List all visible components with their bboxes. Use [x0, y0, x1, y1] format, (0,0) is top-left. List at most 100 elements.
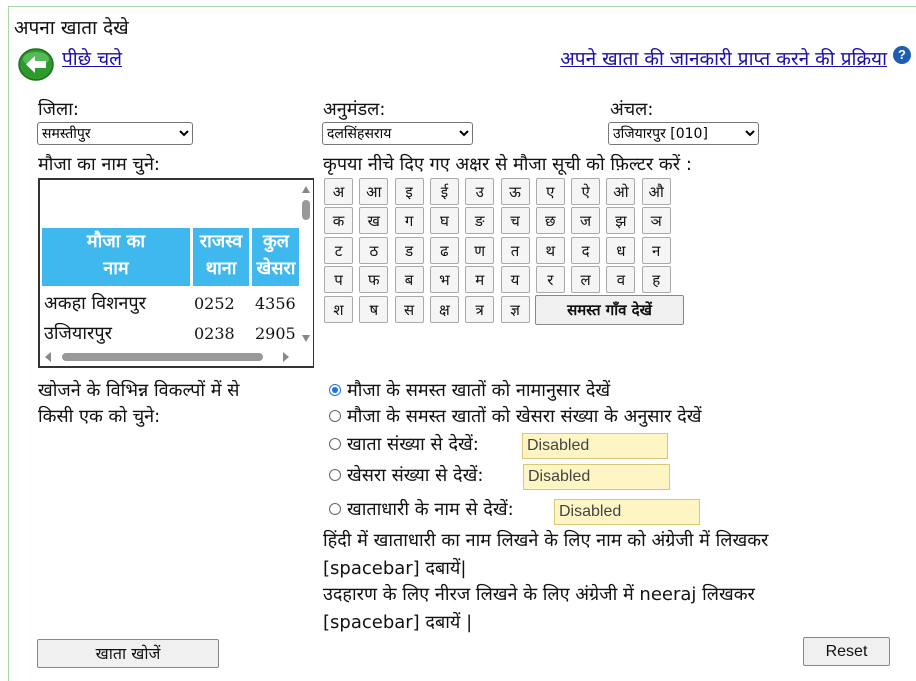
letter-key[interactable]: थ — [535, 237, 565, 264]
hint-line4: [spacebar] दबायें | — [323, 612, 473, 633]
help-icon[interactable]: ? — [893, 46, 911, 64]
back-arrow-icon[interactable] — [18, 48, 54, 81]
mouza-name-cell: अकहा विशनपुर — [44, 293, 147, 314]
search-khata-button[interactable]: खाता खोजें — [37, 639, 219, 668]
letter-key[interactable]: स — [394, 296, 424, 323]
option-khesra-number[interactable]: खेसरा संख्या से देखें: — [329, 463, 483, 487]
letter-key[interactable]: इ — [394, 178, 424, 205]
radio-khesra-number[interactable] — [329, 469, 341, 481]
thana-cell: 0238 — [194, 324, 235, 343]
khesra-cell: 2905 — [255, 324, 296, 343]
khesra-number-input[interactable] — [523, 464, 670, 490]
letter-key[interactable]: आ — [359, 178, 389, 205]
letter-key[interactable]: ख — [359, 207, 389, 234]
table-row[interactable]: उजियारपुर — [44, 321, 112, 345]
letter-key[interactable]: ए — [535, 178, 565, 205]
back-link[interactable]: पीछे चले — [62, 45, 122, 71]
letter-key[interactable]: न — [641, 237, 671, 264]
letter-key[interactable]: क्ष — [429, 296, 459, 323]
letter-key[interactable]: म — [465, 266, 495, 293]
letter-key[interactable]: ण — [465, 237, 495, 264]
letter-key[interactable]: द — [571, 237, 601, 264]
letter-key[interactable]: ह — [641, 266, 671, 293]
letter-key[interactable]: च — [500, 207, 530, 234]
search-options-label-line2: किसी एक को चुने: — [38, 406, 161, 427]
letter-key[interactable]: ङ — [465, 207, 495, 234]
option-khesra-number-label: खेसरा संख्या से देखें: — [347, 465, 484, 486]
circle-label: अंचल: — [610, 99, 654, 120]
page-title: अपना खाता देखे — [14, 17, 129, 39]
thana-cell: 0252 — [194, 294, 235, 313]
letter-key[interactable]: ड — [394, 237, 424, 264]
letter-key[interactable]: ओ — [606, 178, 636, 205]
letter-key[interactable]: औ — [641, 178, 671, 205]
letter-key[interactable]: ज्ञ — [500, 296, 530, 323]
letter-key[interactable]: त्र — [465, 296, 495, 323]
column-header-mouza: मौजा का नाम — [42, 228, 190, 286]
column-header-khesra: कुल खेसरा — [252, 228, 300, 286]
letter-key[interactable]: ग — [394, 207, 424, 234]
letter-key[interactable]: प — [324, 266, 353, 293]
letter-key[interactable]: ठ — [359, 237, 389, 264]
circle-select[interactable]: उजियारपुर [010] — [608, 122, 759, 145]
radio-by-name[interactable] — [329, 384, 341, 396]
option-by-khesra[interactable]: मौजा के समस्त खातों को खेसरा संख्या के अ… — [329, 404, 702, 428]
letter-key[interactable]: भ — [429, 266, 459, 293]
letter-key[interactable]: छ — [535, 207, 565, 234]
hint-line1: हिंदी में खाताधारी का नाम लिखने के लिए न… — [323, 530, 769, 551]
letter-key[interactable]: ब — [394, 266, 424, 293]
horizontal-scrollbar[interactable] — [40, 348, 313, 366]
subdivision-label: अनुमंडल: — [323, 99, 386, 120]
letter-key[interactable]: त — [500, 237, 530, 264]
khata-number-input[interactable] — [522, 433, 668, 459]
letter-key[interactable]: ज — [571, 207, 601, 234]
letter-key[interactable]: ऊ — [500, 178, 530, 205]
letter-key[interactable]: अ — [324, 178, 353, 205]
hint-line3: उदहारण के लिए नीरज लिखने के लिए अंग्रेजी… — [323, 584, 755, 605]
letter-key[interactable]: व — [606, 266, 636, 293]
letter-key[interactable]: ऐ — [571, 178, 601, 205]
letter-key[interactable]: झ — [606, 207, 636, 234]
process-info-link[interactable]: अपने खाता की जानकारी प्राप्त करने की प्र… — [560, 45, 887, 71]
radio-khata-number[interactable] — [329, 438, 341, 450]
subdivision-select[interactable]: दलसिंहसराय — [322, 122, 473, 145]
mouza-list[interactable]: मौजा का नाम राजस्व थाना कुल खेसरा अकहा व… — [38, 178, 314, 368]
letter-key[interactable]: य — [500, 266, 530, 293]
district-label: जिला: — [38, 99, 79, 120]
option-khata-number-label: खाता संख्या से देखें: — [347, 434, 479, 455]
option-owner-name-label: खाताधारी के नाम से देखें: — [347, 499, 514, 520]
option-khata-number[interactable]: खाता संख्या से देखें: — [329, 432, 479, 456]
owner-name-input[interactable] — [554, 499, 700, 525]
letter-key[interactable]: ध — [606, 237, 636, 264]
hint-line2: [spacebar] दबायें| — [323, 558, 467, 579]
table-row[interactable]: अकहा विशनपुर — [44, 291, 146, 315]
letter-key[interactable]: ञ — [641, 207, 671, 234]
radio-owner-name[interactable] — [329, 503, 341, 515]
letter-key[interactable]: घ — [429, 207, 459, 234]
mouza-label: मौजा का नाम चुने: — [38, 154, 160, 175]
letter-key[interactable]: र — [535, 266, 565, 293]
letter-key[interactable]: ढ — [429, 237, 459, 264]
letter-key[interactable]: ई — [429, 178, 459, 205]
letter-key[interactable]: क — [324, 207, 353, 234]
mouza-name-cell: उजियारपुर — [44, 323, 112, 344]
letter-key[interactable]: फ — [359, 266, 389, 293]
district-select[interactable]: समस्तीपुर — [37, 122, 193, 145]
letter-key[interactable]: उ — [465, 178, 495, 205]
letter-key[interactable]: ष — [359, 296, 389, 323]
keyboard-instruction: कृपया नीचे दिए गए अक्षर से मौजा सूची को … — [323, 154, 692, 175]
letter-key[interactable]: श — [324, 296, 353, 323]
option-by-name[interactable]: मौजा के समस्त खातों को नामानुसार देखें — [329, 378, 610, 402]
khesra-cell: 4356 — [255, 294, 296, 313]
search-options-label-line1: खोजने के विभिन्न विकल्पों में से — [38, 380, 240, 401]
radio-by-khesra[interactable] — [329, 410, 341, 422]
letter-key[interactable]: ल — [571, 266, 601, 293]
option-by-khesra-label: मौजा के समस्त खातों को खेसरा संख्या के अ… — [347, 406, 702, 427]
option-owner-name[interactable]: खाताधारी के नाम से देखें: — [329, 497, 514, 521]
option-by-name-label: मौजा के समस्त खातों को नामानुसार देखें — [347, 380, 611, 401]
vertical-scrollbar[interactable] — [299, 180, 313, 348]
all-villages-button[interactable]: समस्त गाँव देखें — [535, 295, 684, 325]
letter-key[interactable]: ट — [324, 237, 353, 264]
column-header-thana: राजस्व थाना — [193, 228, 249, 286]
reset-button[interactable]: Reset — [803, 637, 890, 666]
